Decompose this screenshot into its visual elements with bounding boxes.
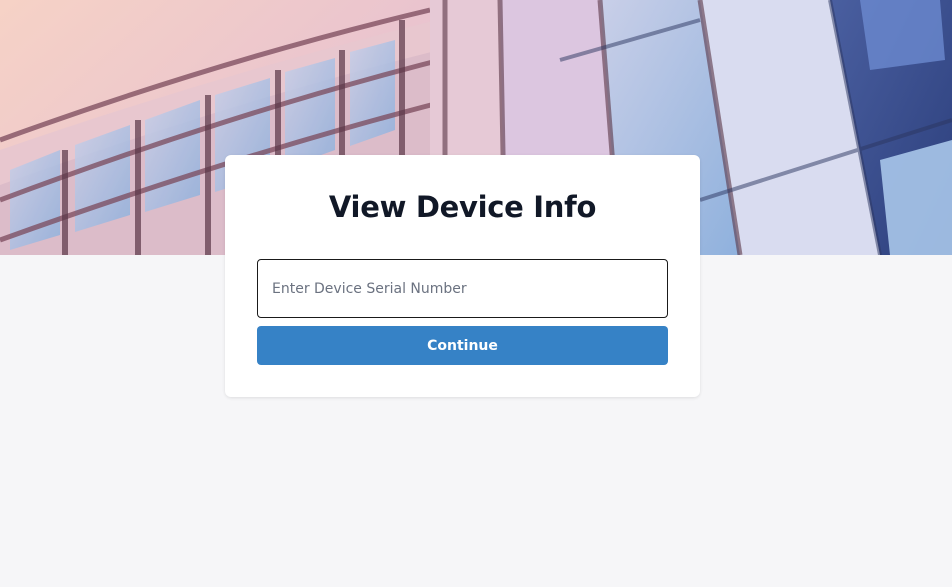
page-title: View Device Info <box>328 190 597 224</box>
device-serial-input[interactable] <box>257 259 668 318</box>
device-info-card: View Device Info Continue <box>225 155 700 397</box>
page: View Device Info Continue <box>0 0 952 587</box>
continue-button[interactable]: Continue <box>257 326 668 365</box>
